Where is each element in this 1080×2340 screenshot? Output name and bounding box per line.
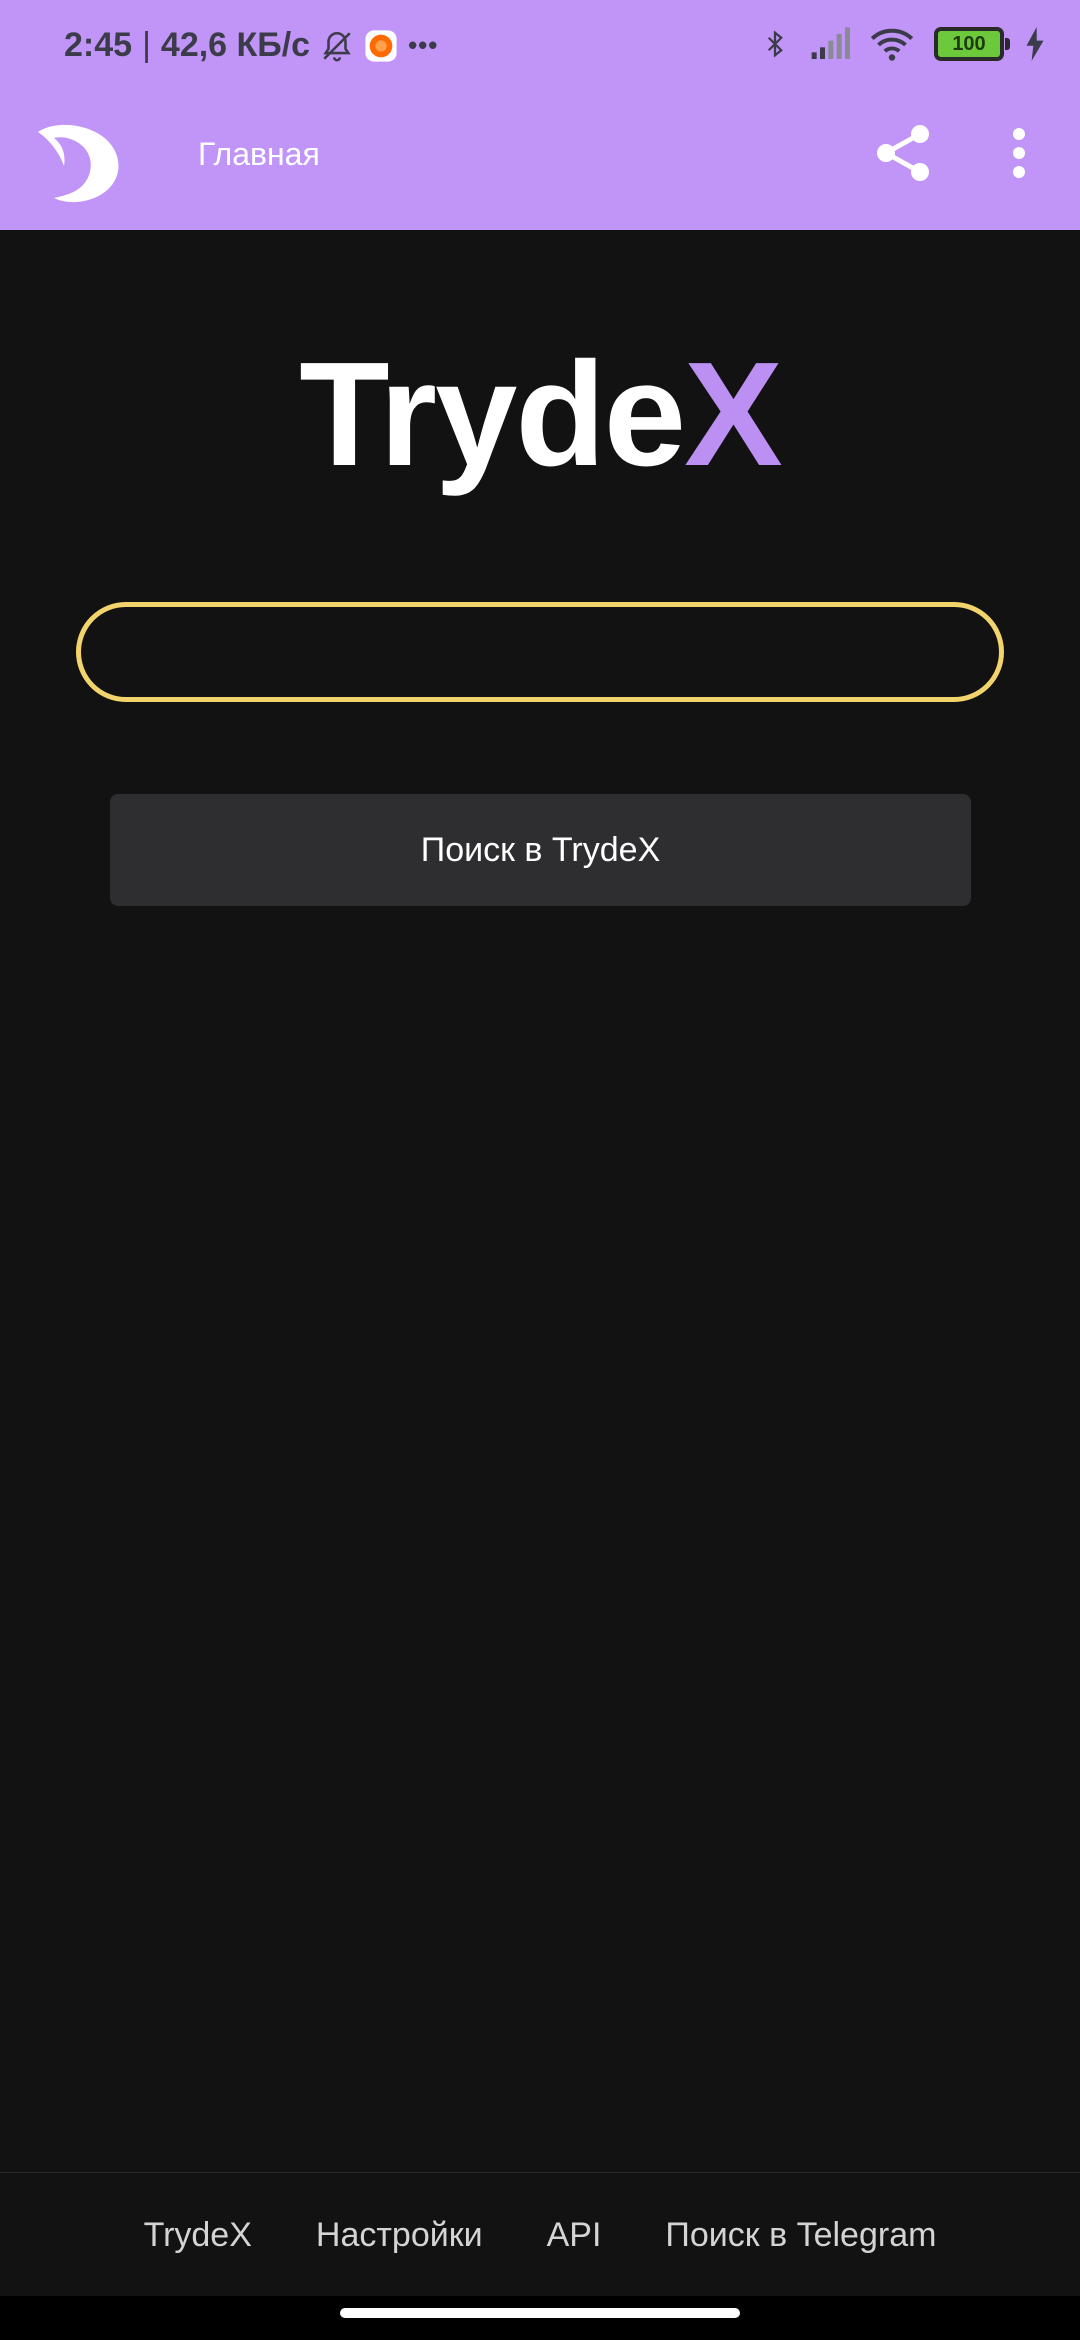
app-bar: Главная xyxy=(0,96,1080,230)
footer-link-settings[interactable]: Настройки xyxy=(316,2216,483,2255)
footer-nav: TrydeX Настройки API Поиск в Telegram xyxy=(0,2172,1080,2297)
more-notifications-icon: ••• xyxy=(408,30,439,60)
status-left: 2:45 | 42,6 КБ/с ••• xyxy=(64,26,438,65)
top-bar: 2:45 | 42,6 КБ/с ••• 100 Главная xyxy=(0,0,1080,230)
wifi-icon xyxy=(870,28,914,61)
footer-link-api[interactable]: API xyxy=(547,2216,602,2255)
battery-level: 100 xyxy=(952,32,986,55)
system-nav-bar xyxy=(0,2296,1080,2340)
battery-indicator: 100 xyxy=(934,27,1010,61)
network-speed: 42,6 КБ/с xyxy=(160,26,311,64)
status-time: 2:45 xyxy=(64,26,133,64)
page-title: Главная xyxy=(198,136,320,172)
footer-link-trydex[interactable]: TrydeX xyxy=(144,2216,252,2255)
status-right: 100 xyxy=(760,26,1046,62)
bell-off-icon xyxy=(323,31,351,61)
app-notification-icon xyxy=(365,29,397,62)
more-vert-icon[interactable] xyxy=(1004,122,1034,184)
charging-icon xyxy=(1026,27,1044,61)
search-input[interactable] xyxy=(76,602,1004,702)
brand-logo: TrydeX xyxy=(0,330,1080,500)
brand-accent: X xyxy=(684,332,783,497)
signal-icon xyxy=(811,27,850,59)
search-button[interactable]: Поиск в TrydeX xyxy=(110,794,971,906)
share-icon[interactable] xyxy=(872,122,934,184)
footer-link-telegram-search[interactable]: Поиск в Telegram xyxy=(665,2216,936,2255)
home-indicator[interactable] xyxy=(340,2308,740,2318)
app-logo-icon[interactable] xyxy=(32,118,128,208)
brand-main: Tryde xyxy=(299,332,686,497)
status-separator: | xyxy=(142,26,151,64)
bluetooth-icon xyxy=(767,30,783,58)
status-bar: 2:45 | 42,6 КБ/с ••• 100 xyxy=(0,0,1080,96)
